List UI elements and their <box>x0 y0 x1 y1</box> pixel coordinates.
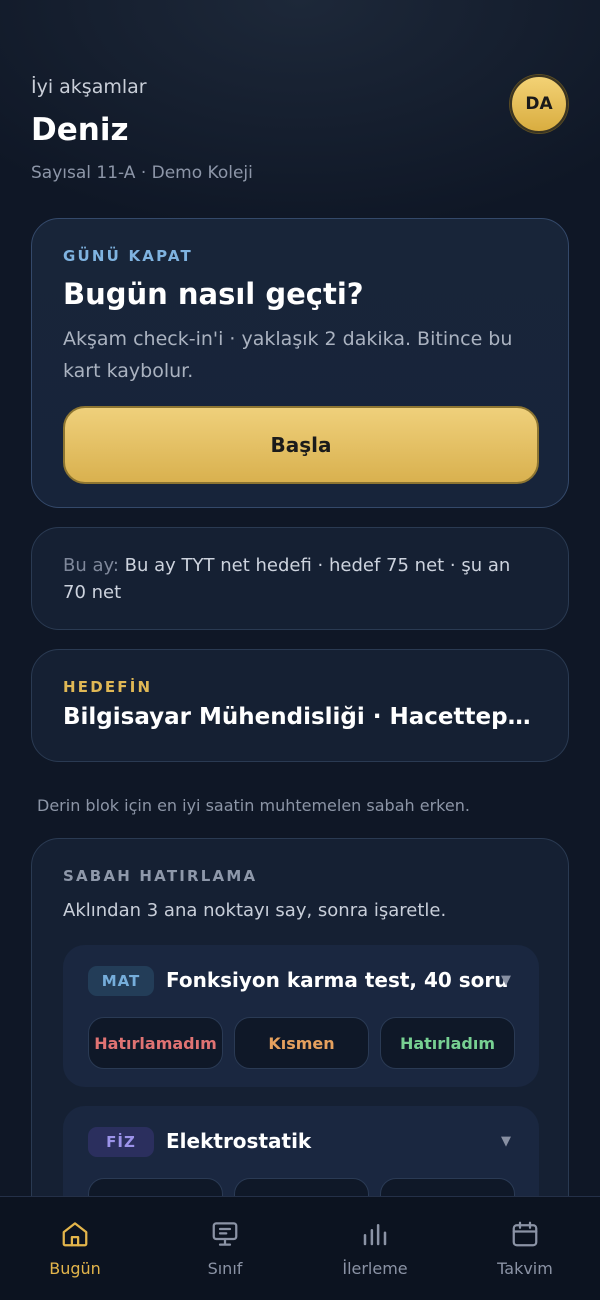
avatar-initials: DA <box>525 94 553 114</box>
target-eyebrow: HEDEFİN <box>63 678 153 696</box>
recall-options: Hatırlamadım Kısmen Hatırladım <box>88 1017 515 1069</box>
app-screen: İyi akşamlar Deniz Sayısal 11-A · Demo K… <box>0 0 600 1300</box>
monitor-icon <box>212 1222 238 1246</box>
tab-progress[interactable]: İlerleme <box>300 1197 450 1300</box>
subject-tag: MAT <box>88 966 154 996</box>
tab-class[interactable]: Sınıf <box>150 1197 300 1300</box>
partially-recalled-button[interactable]: Kısmen <box>234 1017 369 1069</box>
tab-label: Bugün <box>49 1259 101 1278</box>
month-goal-label: Bu ay: <box>63 555 119 576</box>
user-name: Deniz <box>31 112 129 148</box>
chevron-down-icon[interactable]: ▼ <box>501 1134 511 1149</box>
home-icon <box>62 1222 88 1247</box>
tab-calendar[interactable]: Takvim <box>450 1197 600 1300</box>
target-card[interactable]: HEDEFİN Bilgisayar Mühendisliği · Hacett… <box>31 649 569 762</box>
tab-label: İlerleme <box>342 1259 408 1278</box>
chevron-down-icon[interactable]: ▼ <box>501 973 511 988</box>
calendar-icon <box>512 1221 538 1247</box>
subject-tag: FİZ <box>88 1127 154 1157</box>
month-goal-text: Bu ay: Bu ay TYT net hedefi · hedef 75 n… <box>63 552 533 606</box>
month-goal-card[interactable]: Bu ay: Bu ay TYT net hedefi · hedef 75 n… <box>31 527 569 630</box>
recall-eyebrow: SABAH HATIRLAMA <box>63 867 258 885</box>
evening-checkin-card: GÜNÜ KAPAT Bugün nasıl geçti? Akşam chec… <box>31 218 569 508</box>
not-recalled-button[interactable]: Hatırlamadım <box>88 1017 223 1069</box>
topic-name: Elektrostatik <box>166 1129 312 1153</box>
topic-name: Fonksiyon karma test, 40 soru <box>166 968 509 992</box>
tab-today[interactable]: Bugün <box>0 1197 150 1300</box>
tab-label: Takvim <box>497 1259 553 1278</box>
greeting-text: İyi akşamlar <box>31 76 147 98</box>
tab-label: Sınıf <box>207 1259 243 1278</box>
recall-subtitle: Aklından 3 ana noktayı say, sonra işaret… <box>63 900 447 921</box>
target-title: Bilgisayar Mühendisliği · Hacettepe Üniv… <box>63 704 533 730</box>
month-goal-value: Bu ay TYT net hedefi · hedef 75 net · şu… <box>63 555 511 603</box>
bar-chart-icon <box>363 1224 387 1246</box>
bottom-tab-bar: Bugün Sınıf İlerleme Takvim <box>0 1196 600 1300</box>
recalled-button[interactable]: Hatırladım <box>380 1017 515 1069</box>
avatar[interactable]: DA <box>510 75 568 133</box>
checkin-title: Bugün nasıl geçti? <box>63 277 364 311</box>
checkin-eyebrow: GÜNÜ KAPAT <box>63 247 193 265</box>
checkin-subtitle: Akşam check-in'i · yaklaşık 2 dakika. Bi… <box>63 328 513 382</box>
tip-text: Derin blok için en iyi saatin muhtemelen… <box>37 796 470 815</box>
class-school-line: Sayısal 11-A · Demo Koleji <box>31 163 253 183</box>
recall-topic: MAT Fonksiyon karma test, 40 soru ▼ Hatı… <box>63 945 539 1087</box>
start-button[interactable]: Başla <box>63 406 539 484</box>
